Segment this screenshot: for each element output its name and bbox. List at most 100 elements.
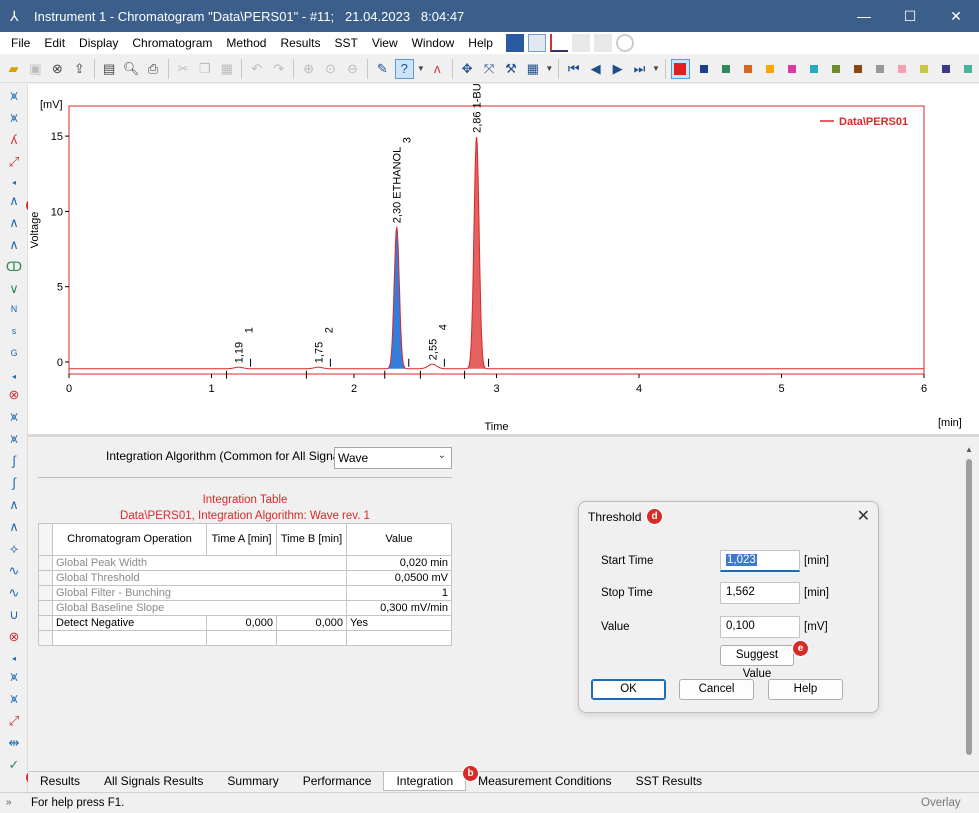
scrollbar-thumb[interactable] xyxy=(966,459,972,755)
close-file-icon[interactable]: ⊗ xyxy=(48,59,67,79)
first-icon[interactable]: ⏮ xyxy=(564,59,583,79)
signal-color-10[interactable] xyxy=(897,64,906,73)
baseline-icon[interactable]: ∧ xyxy=(5,236,23,254)
scroll-up-icon[interactable]: ▲ xyxy=(965,445,973,454)
valley-2-icon[interactable]: ∪ xyxy=(5,606,23,624)
menu-file[interactable]: File xyxy=(4,32,37,54)
forced-peak-icon[interactable]: ∧ xyxy=(5,518,23,536)
clear-all-icon[interactable]: ⤢ xyxy=(5,712,23,730)
group-peak-icon[interactable]: ᴳ xyxy=(5,346,23,364)
signal-color-1[interactable] xyxy=(699,64,708,73)
dropdown-arrow-icon[interactable]: ▼ xyxy=(417,59,425,79)
value-cell[interactable]: 1 xyxy=(346,585,452,601)
zoom-icon[interactable]: ⊙ xyxy=(321,59,340,79)
overlay-tool-icon[interactable] xyxy=(549,34,568,52)
signal-color-2[interactable] xyxy=(721,64,730,73)
menu-method[interactable]: Method xyxy=(219,32,273,54)
menu-sst[interactable]: SST xyxy=(327,32,364,54)
help-cursor-icon[interactable]: ? xyxy=(394,58,414,79)
signal-color-3[interactable] xyxy=(743,64,752,73)
calc-dropdown-icon[interactable]: ▼ xyxy=(545,59,553,79)
ok-button[interactable]: OK xyxy=(591,679,666,700)
move-baseline-icon[interactable]: ⟡ xyxy=(5,540,23,558)
value-cell[interactable]: 0,020 min xyxy=(346,555,452,571)
tab-sst-results[interactable]: SST Results xyxy=(624,772,714,791)
table-row[interactable]: Global Filter - Bunching 1 xyxy=(38,585,452,601)
stop-time-input[interactable]: 1,562 xyxy=(720,582,800,604)
zoom-in-icon[interactable]: ⊕ xyxy=(299,59,318,79)
collapse-arrow-icon[interactable]: ◂ xyxy=(5,174,23,192)
save-as-icon[interactable]: ⇪ xyxy=(70,59,89,79)
signal-color-7[interactable] xyxy=(831,64,840,73)
algorithm-select[interactable]: Wave ⌄ xyxy=(334,447,452,469)
peak-start-icon[interactable]: ∧ xyxy=(5,192,23,210)
operation-cell[interactable]: Global Filter - Bunching xyxy=(52,585,347,601)
integrate-icon[interactable]: ⩙ xyxy=(5,87,23,105)
menu-window[interactable]: Window xyxy=(405,32,462,54)
undo-icon[interactable]: ↶ xyxy=(247,59,266,79)
preview-search-icon[interactable]: 🔍︎ xyxy=(122,59,141,79)
print-preview-icon[interactable]: ▤ xyxy=(100,59,119,79)
menu-results[interactable]: Results xyxy=(273,32,327,54)
suggest-value-button[interactable]: Suggest Value xyxy=(720,645,794,680)
cut-icon[interactable]: ✂ xyxy=(173,59,192,79)
close-button[interactable]: ✕ xyxy=(933,0,979,32)
delete-operation-icon[interactable]: ⊗ xyxy=(5,628,23,646)
sample-tool-icon[interactable] xyxy=(505,34,524,52)
add-peak-icon[interactable]: ↀ xyxy=(5,258,23,276)
tab-all-signals-results[interactable]: All Signals Results xyxy=(92,772,215,791)
value-input[interactable]: 0,100 xyxy=(720,616,800,638)
operation-cell[interactable]: Global Peak Width xyxy=(52,555,347,571)
signal-color-6[interactable] xyxy=(809,64,818,73)
signal-color-8[interactable] xyxy=(853,64,862,73)
negative-peak-icon[interactable]: ᴺ xyxy=(5,302,23,320)
menu-edit[interactable]: Edit xyxy=(37,32,72,54)
valley-icon[interactable]: ∨ xyxy=(5,280,23,298)
manual-integration-icon[interactable]: ʎ xyxy=(5,131,23,149)
previous-icon[interactable]: ◀ xyxy=(586,59,605,79)
print-icon[interactable]: ⎙ xyxy=(144,59,163,79)
help-button[interactable]: Help xyxy=(768,679,843,700)
value-cell[interactable]: 0,300 mV/min xyxy=(346,600,452,616)
close-icon[interactable]: ✕ xyxy=(857,506,870,526)
last-icon[interactable]: ⏭ xyxy=(630,59,649,79)
clear-integration-icon[interactable]: ⤢ xyxy=(5,153,23,171)
menu-view[interactable]: View xyxy=(365,32,405,54)
front-tangent-icon[interactable]: ∫ xyxy=(5,452,23,470)
menu-help[interactable]: Help xyxy=(461,32,500,54)
open-folder-icon[interactable]: ▰ xyxy=(4,59,23,79)
integrate-all-icon[interactable]: ⩙ xyxy=(5,109,23,127)
collapse-arrow-2-icon[interactable]: ◂ xyxy=(5,368,23,386)
table-row[interactable]: Global Peak Width 0,020 min xyxy=(38,555,452,571)
active-color-icon[interactable] xyxy=(670,58,690,79)
solvent-peak-icon[interactable]: ˢ xyxy=(5,324,23,342)
menu-display[interactable]: Display xyxy=(72,32,125,54)
time-a-cell[interactable]: 0,000 xyxy=(206,615,277,631)
operation-cell[interactable]: Global Threshold xyxy=(52,570,347,586)
integration-toggle-2-icon[interactable]: ⩙ xyxy=(5,690,23,708)
value-cell[interactable]: 0,0500 mV xyxy=(346,570,452,586)
export-tool-icon[interactable] xyxy=(593,34,612,52)
chromatogram-chart[interactable]: 0 5 10 15 0 1 2 3 4 5 6 [mV] [min] Time Voltage Data\PE… xyxy=(28,47,979,434)
delete-peak-icon[interactable]: ⊗ xyxy=(5,386,23,404)
peak-end-icon[interactable]: ∧ xyxy=(5,214,23,232)
tab-results[interactable]: Results xyxy=(28,772,92,791)
paste-icon[interactable]: ▦ xyxy=(217,59,236,79)
start-time-input[interactable]: 1,023 xyxy=(720,550,800,572)
move-icon[interactable]: ✥ xyxy=(458,59,477,79)
copy-icon[interactable]: ❐ xyxy=(195,59,214,79)
disabled-tool-icon[interactable] xyxy=(615,34,634,52)
value-cell[interactable]: Yes xyxy=(346,615,452,631)
split-peak-icon[interactable]: ⩙ xyxy=(5,408,23,426)
signal-color-5[interactable] xyxy=(787,64,796,73)
panel-scrollbar[interactable]: ▲ ▼ xyxy=(963,445,977,790)
nav-dropdown-icon[interactable]: ▼ xyxy=(652,59,660,79)
wrench-icon[interactable]: ✎ xyxy=(373,59,392,79)
table-row[interactable]: Detect Negative 0,000 0,000 Yes xyxy=(38,615,452,631)
calibration-tool-icon[interactable] xyxy=(571,34,590,52)
menu-chromatogram[interactable]: Chromatogram xyxy=(125,32,219,54)
save-icon[interactable]: ▣ xyxy=(26,59,45,79)
minimize-button[interactable]: — xyxy=(841,0,887,32)
collapse-arrow-3-icon[interactable]: ◂ xyxy=(5,650,23,668)
signal-color-9[interactable] xyxy=(875,64,884,73)
